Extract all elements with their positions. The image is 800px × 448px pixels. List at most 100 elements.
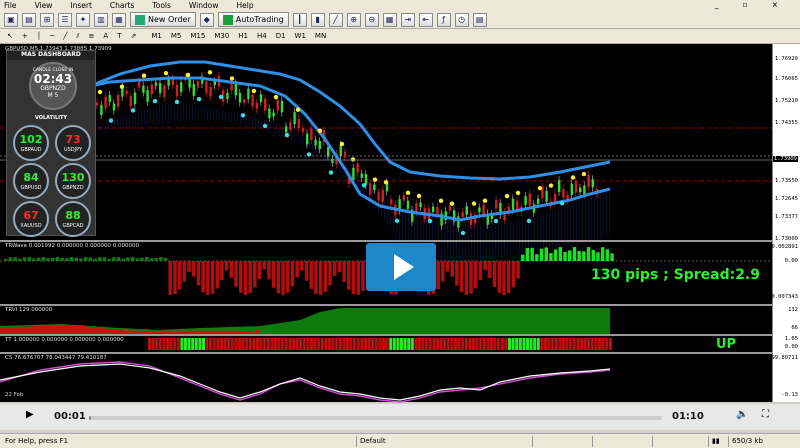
channel-icon[interactable]: ⫽ — [73, 32, 82, 41]
candle — [268, 104, 271, 123]
indicators-icon[interactable]: ƒ — [436, 12, 451, 27]
signal-dot — [460, 230, 466, 236]
trwave-bar — [337, 261, 342, 273]
periods-icon[interactable]: ◷ — [454, 12, 469, 27]
trwave-bar — [572, 247, 577, 261]
trvi-panel[interactable] — [0, 306, 772, 334]
play-icon[interactable]: ▶ — [26, 409, 34, 420]
tf-m30[interactable]: M30 — [211, 32, 232, 40]
menu-window[interactable]: Window — [189, 1, 219, 10]
profiles-icon[interactable]: ▤ — [22, 12, 36, 27]
menu-help[interactable]: Help — [236, 1, 253, 10]
candle — [108, 91, 111, 106]
trwave-bar — [206, 261, 210, 295]
tf-mn[interactable]: MN — [312, 32, 329, 40]
horizontal-line-icon[interactable]: ─ — [47, 32, 57, 40]
text-icon[interactable]: A — [100, 32, 111, 40]
line-chart-icon[interactable]: ╱ — [328, 12, 343, 27]
tt-bar — [284, 338, 288, 350]
seek-progress — [89, 416, 92, 420]
tt-bar — [331, 338, 335, 350]
tt-bar — [230, 338, 234, 350]
seek-bar[interactable] — [89, 416, 662, 420]
cs-panel[interactable] — [0, 354, 772, 404]
menu-file[interactable]: File — [4, 1, 17, 10]
trendline-icon[interactable]: ╱ — [60, 32, 70, 40]
label-icon[interactable]: T — [114, 32, 124, 40]
menu-tools[interactable]: Tools — [152, 1, 170, 10]
autoscroll-icon[interactable]: ⇥ — [400, 12, 415, 27]
vol-value: 84 — [23, 171, 39, 184]
tf-h1[interactable]: H1 — [235, 32, 251, 40]
menu-insert[interactable]: Insert — [70, 1, 92, 10]
menu-charts[interactable]: Charts — [110, 1, 135, 10]
video-player-bar: ▶ 00:01 01:10 🔈 ⛶ — [0, 404, 800, 430]
candle — [310, 124, 313, 145]
chart-window[interactable]: GBPUSD,M5 1.73943 1.73885 1.73909 MAS DA… — [0, 44, 800, 404]
tt-bar — [274, 338, 277, 350]
crosshair-icon[interactable]: + — [19, 32, 31, 40]
fibonacci-icon[interactable]: ≡ — [86, 32, 98, 40]
menu-view[interactable]: View — [35, 1, 53, 10]
tf-w1[interactable]: W1 — [292, 32, 309, 40]
candle — [574, 177, 578, 197]
candle — [558, 176, 561, 197]
current-price-label: 1.73909 — [772, 156, 798, 162]
candle — [159, 79, 162, 98]
trwave-bar — [286, 261, 290, 293]
market-watch-icon[interactable]: ⊞ — [40, 12, 54, 27]
arrow-icon[interactable]: ⇗ — [127, 32, 139, 40]
restore-icon[interactable]: ▫ — [743, 0, 748, 9]
clock-timeframe: M 5 — [47, 92, 59, 99]
candle — [259, 90, 263, 106]
tt-panel[interactable] — [0, 336, 772, 352]
trwave-bar — [459, 261, 464, 293]
zoom-out-icon[interactable]: ⊖ — [364, 12, 379, 27]
new-chart-icon[interactable]: ▣ — [4, 12, 18, 27]
price-label: 1.76920 — [774, 56, 798, 62]
trwave-bar — [591, 250, 595, 261]
navigator-icon[interactable]: ✦ — [76, 12, 90, 27]
tf-m1[interactable]: M1 — [148, 32, 165, 40]
tf-m15[interactable]: M15 — [187, 32, 208, 40]
bar-chart-icon[interactable]: ┃ — [292, 12, 307, 27]
tt-bar — [374, 338, 378, 350]
tt-bar — [266, 338, 270, 350]
tf-h4[interactable]: H4 — [254, 32, 270, 40]
fullscreen-icon[interactable]: ⛶ — [762, 409, 769, 420]
tt-bar — [191, 338, 195, 350]
strategy-tester-icon[interactable]: ▦ — [112, 12, 126, 27]
trwave-bar — [497, 261, 501, 293]
tile-windows-icon[interactable]: ▦ — [382, 12, 397, 27]
candlestick-icon[interactable]: ▮ — [310, 12, 325, 27]
data-window-icon[interactable]: ☰ — [58, 12, 72, 27]
chart-shift-icon[interactable]: ⇤ — [418, 12, 433, 27]
volume-icon[interactable]: 🔈 — [736, 409, 748, 420]
autotrading-button[interactable]: AutoTrading — [217, 12, 289, 27]
terminal-icon[interactable]: ▥ — [94, 12, 108, 27]
new-order-button[interactable]: New Order — [130, 12, 196, 27]
pips-spread-text: 130 pips ; Spread:2.9 — [591, 267, 760, 283]
signal-dot — [207, 70, 213, 75]
tt-top-label: 1.65 — [784, 336, 798, 342]
signal-dot — [559, 201, 565, 206]
trwave-bar — [36, 257, 41, 261]
metaeditor-icon[interactable]: ◆ — [199, 12, 214, 27]
tt-bar — [148, 338, 151, 350]
vertical-line-icon[interactable]: │ — [34, 32, 44, 40]
minimize-icon[interactable]: _ — [715, 0, 719, 9]
tt-bar — [443, 338, 447, 350]
tf-d1[interactable]: D1 — [273, 32, 289, 40]
tf-m5[interactable]: M5 — [168, 32, 185, 40]
video-play-button[interactable] — [366, 243, 436, 291]
tt-bar — [187, 338, 191, 350]
trwave-bar — [267, 261, 271, 280]
signal-dot — [570, 175, 576, 180]
templates-icon[interactable]: ▤ — [472, 12, 487, 27]
vol-usdjpy: 73 USDJPY — [55, 125, 91, 161]
zoom-in-icon[interactable]: ⊕ — [346, 12, 361, 27]
candle-timer: 02:43 — [33, 72, 73, 86]
trwave-bar — [192, 261, 196, 277]
cursor-icon[interactable]: ↖ — [4, 32, 16, 40]
close-icon[interactable]: × — [772, 0, 778, 9]
